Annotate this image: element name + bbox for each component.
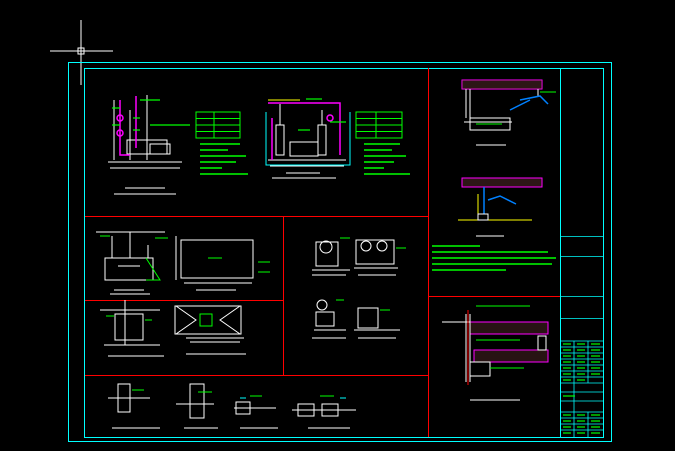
cad-model-space[interactable]: [0, 0, 675, 451]
